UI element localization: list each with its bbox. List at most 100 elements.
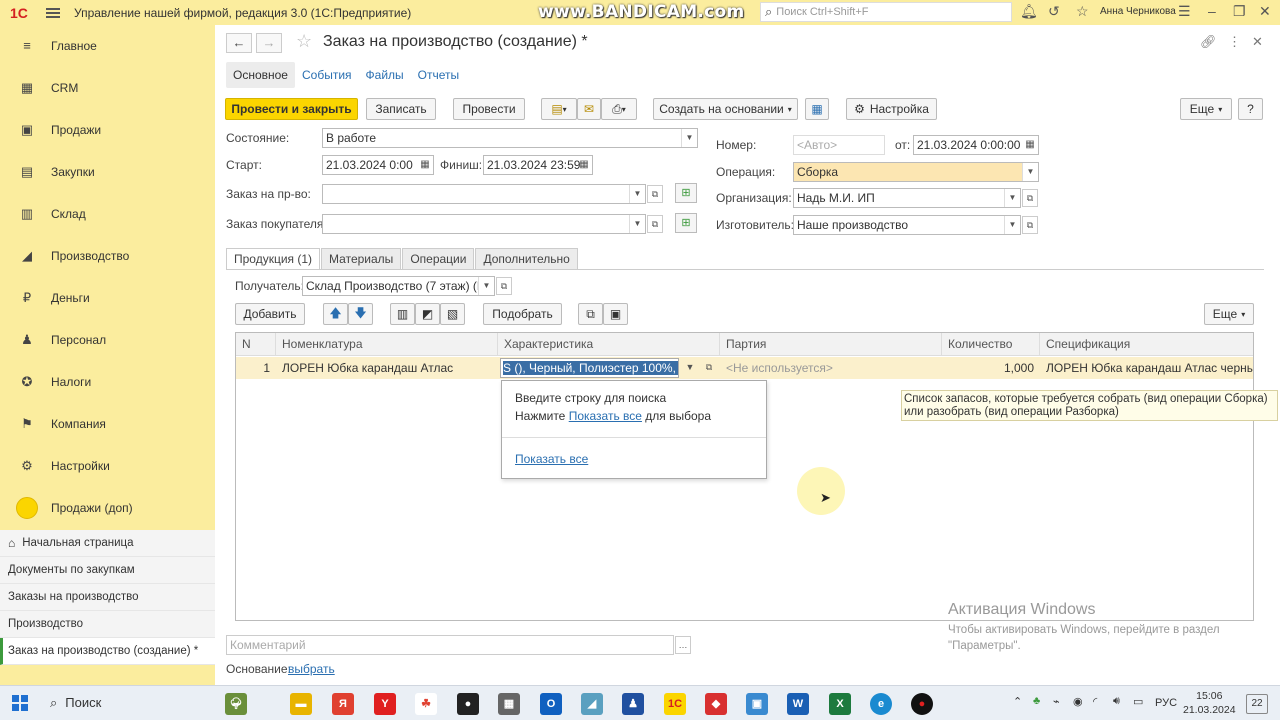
- comment-field[interactable]: Комментарий: [226, 635, 674, 655]
- column-header-batch[interactable]: Партия: [720, 333, 942, 356]
- comment-expand-button[interactable]: …: [675, 636, 691, 654]
- calculator-icon[interactable]: ▦: [498, 693, 520, 715]
- tray-app-icon[interactable]: ♣: [1033, 695, 1040, 707]
- windows-start-icon[interactable]: [12, 695, 28, 711]
- characteristic-input[interactable]: S (), Черный, Полиэстер 100%, S: [500, 358, 679, 378]
- post-and-close-button[interactable]: Провести и закрыть: [225, 98, 358, 120]
- tab-materials[interactable]: Материалы: [321, 248, 402, 269]
- create-based-on-button[interactable]: Создать на основании ▾: [653, 98, 798, 120]
- create-customer-order-button[interactable]: ⊞: [675, 213, 697, 233]
- barcode-button[interactable]: ▥: [390, 303, 415, 325]
- move-up-button[interactable]: 🡅: [323, 303, 348, 325]
- row-spec[interactable]: ЛОРЕН Юбка карандаш Атлас черный: [1040, 357, 1253, 379]
- finish-date-field[interactable]: 21.03.2024 23:59 ▦: [483, 155, 593, 175]
- file-explorer-icon[interactable]: ▬: [290, 693, 312, 715]
- yandex-icon[interactable]: Я: [332, 693, 354, 715]
- column-header-item[interactable]: Номенклатура: [276, 333, 498, 356]
- post-button[interactable]: Провести: [453, 98, 525, 120]
- open-window-current[interactable]: Заказ на производство (создание) *: [0, 638, 215, 665]
- more-button[interactable]: Еще ▾: [1180, 98, 1232, 120]
- app-icon-3[interactable]: ♟: [622, 693, 644, 715]
- tab-events[interactable]: События: [295, 62, 359, 88]
- close-window-icon[interactable]: ✕: [1259, 3, 1271, 20]
- minimize-icon[interactable]: –: [1208, 3, 1216, 19]
- notifications-button[interactable]: 22: [1246, 694, 1268, 714]
- settings-button[interactable]: ⚙ Настройка: [846, 98, 937, 120]
- network-icon[interactable]: ⌁: [1053, 695, 1060, 708]
- landscape-app-icon[interactable]: 🌳︎: [225, 693, 247, 715]
- row-batch[interactable]: <Не используется>: [720, 357, 942, 379]
- paste-button[interactable]: ▣: [603, 303, 628, 325]
- link-icon[interactable]: 🔗︎: [1200, 34, 1217, 50]
- open-window-purchase-docs[interactable]: Документы по закупкам: [0, 557, 215, 584]
- organization-field[interactable]: Надь М.И. ИП ▼: [793, 188, 1021, 208]
- prod-order-field[interactable]: ▼: [322, 184, 646, 204]
- yandex-browser-icon[interactable]: Y: [374, 693, 396, 715]
- word-icon[interactable]: W: [787, 693, 809, 715]
- favorites-star-icon[interactable]: ☆: [1076, 3, 1089, 20]
- create-prod-order-button[interactable]: ⊞: [675, 183, 697, 203]
- 1c-taskbar-icon[interactable]: 1С: [664, 693, 686, 715]
- help-button[interactable]: ?: [1238, 98, 1263, 120]
- app-icon[interactable]: ☘: [415, 693, 437, 715]
- language-indicator[interactable]: РУС: [1155, 697, 1177, 709]
- add-row-button[interactable]: Добавить: [235, 303, 305, 325]
- sidebar-item-sales[interactable]: ▣ Продажи: [0, 109, 215, 151]
- chevron-up-icon[interactable]: ⌃: [1013, 695, 1022, 708]
- favorite-star-icon[interactable]: ☆: [296, 31, 312, 52]
- number-field[interactable]: <Авто>: [793, 135, 885, 155]
- tab-reports[interactable]: Отчеты: [411, 62, 466, 88]
- tab-products[interactable]: Продукция (1): [226, 248, 321, 269]
- print-dropdown-button[interactable]: ⎙ ▾: [601, 98, 637, 120]
- history-icon[interactable]: ↺: [1048, 3, 1060, 20]
- more-vertical-icon[interactable]: ⋮: [1228, 34, 1241, 50]
- column-header-spec[interactable]: Спецификация: [1040, 333, 1255, 356]
- outlook-icon[interactable]: O: [540, 693, 562, 715]
- sidebar-item-crm[interactable]: ▦ CRM: [0, 67, 215, 109]
- pick-button[interactable]: Подобрать: [483, 303, 562, 325]
- global-search-input[interactable]: ⌕ Поиск Ctrl+Shift+F: [760, 2, 1012, 22]
- spec-button[interactable]: ▧: [440, 303, 465, 325]
- sidebar-item-money[interactable]: ₽ Деньги: [0, 277, 215, 319]
- volume-icon[interactable]: 🔊︎: [1113, 695, 1120, 708]
- sidebar-item-settings[interactable]: ⚙ Настройки: [0, 445, 215, 487]
- column-header-characteristic[interactable]: Характеристика: [498, 333, 720, 356]
- maker-field[interactable]: Наше производство ▼: [793, 215, 1021, 235]
- chevron-down-icon[interactable]: ▼: [1022, 163, 1038, 181]
- wifi-icon[interactable]: ◜: [1093, 695, 1097, 708]
- open-icon[interactable]: ⧉: [1022, 189, 1038, 207]
- app-icon-4[interactable]: ▣: [746, 693, 768, 715]
- calendar-icon[interactable]: ▦: [417, 156, 433, 174]
- customer-order-field[interactable]: ▼: [322, 214, 646, 234]
- table-row[interactable]: 1 ЛОРЕН Юбка карандаш Атлас S (), Черный…: [236, 357, 1253, 379]
- open-icon[interactable]: ⧉: [647, 215, 663, 233]
- edge-icon[interactable]: e: [870, 693, 892, 715]
- state-field[interactable]: В работе ▼: [322, 128, 698, 148]
- attach-dropdown-button[interactable]: ▤ ▾: [541, 98, 577, 120]
- move-down-button[interactable]: 🡇: [348, 303, 373, 325]
- excel-icon[interactable]: X: [829, 693, 851, 715]
- tab-additional[interactable]: Дополнительно: [475, 248, 578, 269]
- open-icon[interactable]: ⧉: [1022, 216, 1038, 234]
- sidebar-item-sales-extra[interactable]: Продажи (доп): [0, 487, 215, 529]
- settings-menu-icon[interactable]: ☰: [1178, 3, 1191, 20]
- fill-button[interactable]: ◩: [415, 303, 440, 325]
- sidebar-item-warehouse[interactable]: ▥ Склад: [0, 193, 215, 235]
- open-icon[interactable]: ⧉: [702, 359, 716, 377]
- save-button[interactable]: Записать: [366, 98, 436, 120]
- open-window-prod-orders[interactable]: Заказы на производство: [0, 584, 215, 611]
- main-menu-icon[interactable]: [46, 6, 60, 20]
- chevron-down-icon[interactable]: ▼: [629, 215, 645, 233]
- taskbar-search[interactable]: ⌕ Поиск: [50, 695, 101, 711]
- row-qty[interactable]: 1,000: [942, 357, 1034, 379]
- copy-button[interactable]: ⧉: [578, 303, 603, 325]
- sidebar-item-staff[interactable]: ♟ Персонал: [0, 319, 215, 361]
- recipient-field[interactable]: Склад Производство (7 этаж) (На ▼: [302, 276, 495, 296]
- bell-icon[interactable]: 🔔︎: [1020, 3, 1038, 20]
- open-icon[interactable]: ⧉: [496, 277, 512, 295]
- show-all-inline-link[interactable]: Показать все: [569, 409, 642, 423]
- email-button[interactable]: ✉: [577, 98, 601, 120]
- open-window-home[interactable]: ⌂ Начальная страница: [0, 530, 215, 557]
- calendar-icon[interactable]: ▦: [1022, 136, 1038, 154]
- obs-icon[interactable]: ●: [457, 693, 479, 715]
